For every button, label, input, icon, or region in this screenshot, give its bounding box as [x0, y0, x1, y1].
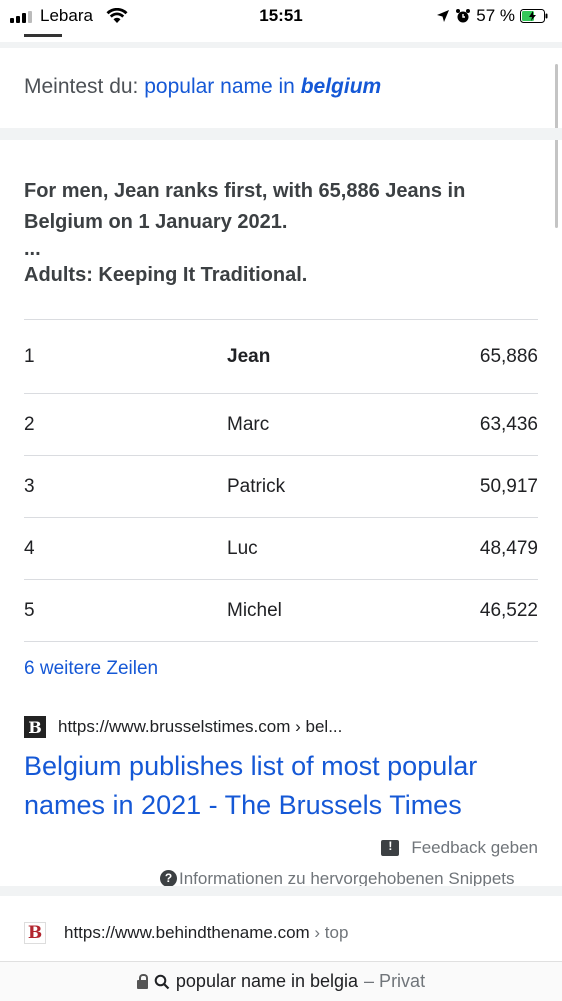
name-cell: Jean	[227, 345, 271, 367]
address-bar[interactable]: popular name in belgia – Privat	[0, 961, 562, 1001]
section-divider	[0, 886, 562, 896]
snippet-info-label: Informationen zu hervorgehobenen Snippet…	[179, 869, 515, 887]
help-icon: ?	[160, 870, 177, 887]
snippet-info-link[interactable]: ? Informationen zu hervorgehobenen Snipp…	[160, 869, 515, 887]
search-icon	[154, 974, 170, 989]
private-mode-label: – Privat	[364, 971, 426, 991]
table-row: 5 Michel 46,522	[24, 579, 538, 642]
feedback-button[interactable]: Feedback geben	[381, 838, 538, 858]
location-arrow-icon	[437, 10, 450, 22]
did-you-mean-link[interactable]: popular name in belgium	[144, 75, 381, 98]
rank-cell: 3	[24, 475, 35, 497]
rank-cell: 2	[24, 413, 35, 435]
rank-cell: 1	[24, 345, 35, 367]
behindthename-favicon: B	[24, 922, 46, 944]
section-divider	[0, 128, 562, 140]
status-right: 57 %	[436, 6, 548, 26]
count-cell: 46,522	[479, 599, 538, 621]
names-table: 1 Jean 65,886 2 Marc 63,436 3 Patrick 50…	[24, 319, 538, 642]
name-cell: Marc	[227, 413, 270, 435]
result-url: https://www.brusselstimes.com › bel...	[58, 717, 343, 736]
did-you-mean: Meintest du: popular name in belgium	[24, 75, 381, 99]
result-source[interactable]: B https://www.brusselstimes.com › bel...	[24, 716, 342, 738]
name-cell: Patrick	[227, 475, 286, 497]
snippet-line: For men, Jean ranks first, with 65,886 J…	[24, 180, 466, 233]
more-rows-link[interactable]: 6 weitere Zeilen	[24, 658, 158, 680]
count-cell: 63,436	[479, 413, 538, 435]
count-cell: 48,479	[479, 537, 538, 559]
brussels-times-favicon: B	[24, 716, 46, 738]
name-cell: Luc	[227, 537, 258, 559]
name-cell: Michel	[227, 599, 282, 621]
result-source[interactable]: B https://www.behindthename.com › top	[24, 922, 348, 944]
did-you-mean-prefix: Meintest du:	[24, 75, 139, 98]
table-row: 2 Marc 63,436	[24, 393, 538, 455]
rank-cell: 4	[24, 537, 35, 559]
count-cell: 65,886	[479, 345, 538, 367]
table-row: 3 Patrick 50,917	[24, 455, 538, 517]
lock-icon	[136, 973, 148, 989]
featured-snippet-text: For men, Jean ranks first, with 65,886 J…	[24, 176, 540, 291]
table-row: 1 Jean 65,886	[24, 319, 538, 393]
status-bar: Lebara 15:51 57 %	[0, 0, 562, 34]
feedback-label: Feedback geben	[411, 838, 538, 857]
address-query: popular name in belgia	[175, 971, 359, 991]
section-divider	[0, 42, 562, 48]
battery-percent: 57 %	[476, 6, 515, 25]
feedback-icon	[381, 839, 400, 856]
snippet-heading: Adults: Keeping It Traditional.	[24, 264, 308, 286]
alarm-icon	[456, 9, 471, 23]
snippet-ellipsis: ...	[24, 238, 41, 260]
count-cell: 50,917	[479, 475, 538, 497]
rank-cell: 5	[24, 599, 35, 621]
table-row: 4 Luc 48,479	[24, 517, 538, 579]
tab-indicator	[24, 34, 62, 37]
result-url: https://www.behindthename.com	[64, 923, 310, 942]
result-breadcrumb: › top	[314, 923, 349, 942]
battery-charging-icon	[520, 9, 548, 23]
scrollbar[interactable]	[555, 64, 558, 228]
result-title-link[interactable]: Belgium publishes list of most popular n…	[24, 747, 544, 825]
